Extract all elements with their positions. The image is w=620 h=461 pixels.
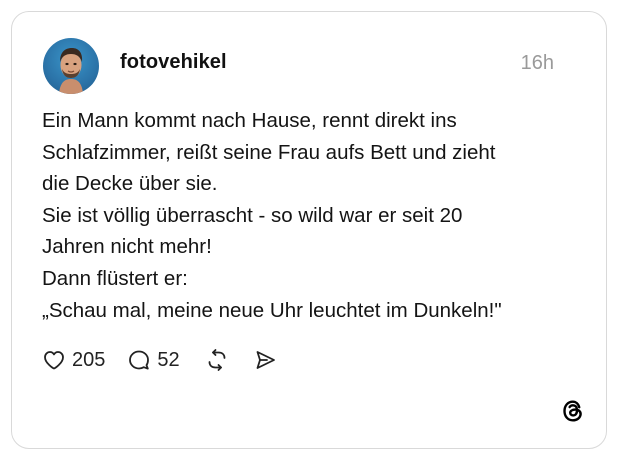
post-text-line: Schlafzimmer, reißt seine Frau aufs Bett… [42, 140, 496, 164]
avatar[interactable] [43, 38, 99, 94]
share-button[interactable] [253, 348, 277, 372]
username[interactable]: fotovehikel [120, 51, 227, 74]
avatar-portrait-icon [59, 48, 83, 94]
speech-bubble-icon [129, 350, 150, 370]
reply-count: 52 [157, 348, 180, 371]
post-text-line: Jahren nicht mehr! [42, 235, 212, 259]
like-button[interactable]: 205 [42, 348, 105, 372]
post-timestamp: 16h [520, 52, 554, 74]
post-text-line: Sie ist völlig überrascht - so wild war … [42, 203, 463, 227]
post-actions-bar: 205 52 [42, 345, 277, 375]
post-text: Ein Mann kommt nach Hause, rennt direkt … [42, 105, 582, 326]
threads-post-card: fotovehikel 16h Ein Mann kommt nach Haus… [11, 11, 607, 449]
repost-arrows-icon [208, 349, 226, 371]
like-count: 205 [72, 348, 106, 371]
post-text-line: Dann flüstert er: [42, 266, 188, 290]
threads-logo[interactable] [560, 398, 586, 424]
repost-button[interactable] [205, 348, 229, 372]
post-text-line: Ein Mann kommt nach Hause, rennt direkt … [42, 109, 457, 132]
post-text-line: „Schau mal, meine neue Uhr leuchtet im D… [42, 298, 502, 322]
heart-icon [44, 351, 64, 370]
post-text-line: die Decke über sie. [42, 172, 218, 196]
send-icon [256, 351, 275, 369]
reply-button[interactable]: 52 [127, 348, 180, 372]
